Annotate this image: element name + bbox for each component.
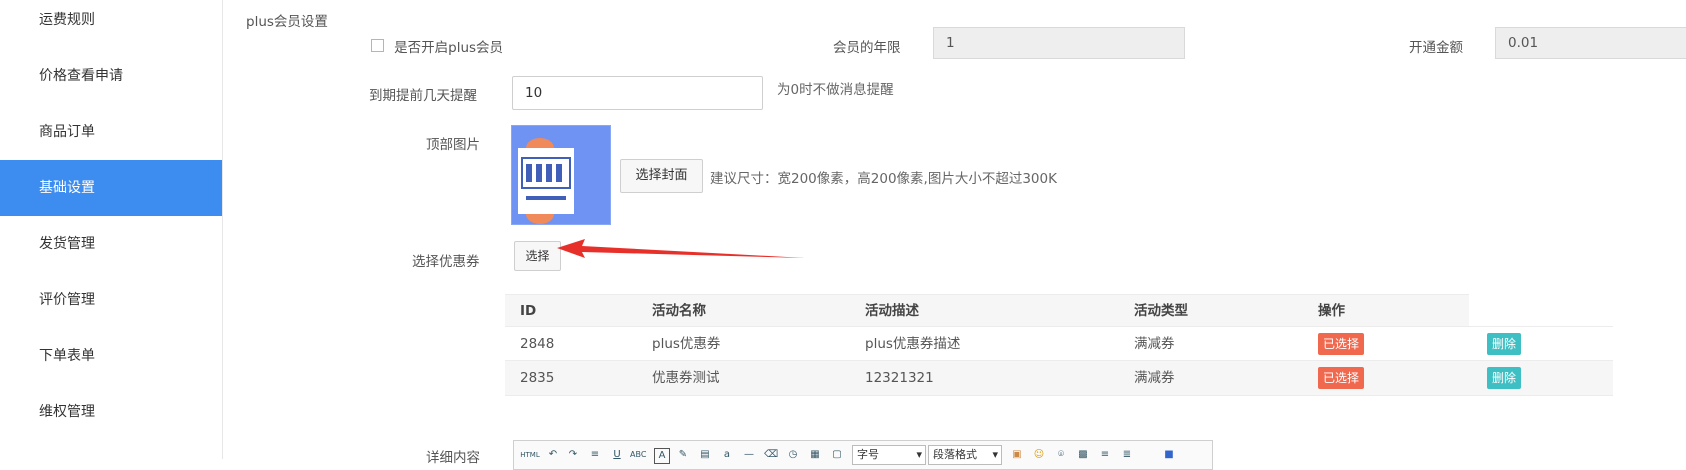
cover-size-hint: 建议尺寸：宽200像素，高200像素,图片大小不超过300K [710, 171, 1057, 187]
date-icon[interactable]: ▦ [808, 448, 822, 462]
code-icon[interactable]: ▩ [1076, 448, 1090, 462]
image-icon[interactable]: ▣ [1010, 448, 1024, 462]
remind-days-label: 到期提前几天提醒 [369, 88, 477, 104]
cell-type: 满减券 [1134, 370, 1175, 386]
undo-icon[interactable]: ↶ [546, 448, 560, 462]
map-icon[interactable]: ⌾ [1054, 448, 1068, 462]
table-row: 2835 优惠券测试 12321321 满减券 已选择 删除 [505, 360, 1613, 396]
paragraph-format-select[interactable]: 段落格式 ▾ [928, 445, 1002, 465]
cell-id: 2835 [520, 370, 555, 386]
redo-icon[interactable]: ↷ [566, 448, 580, 462]
annotation-arrow [557, 239, 805, 258]
sidebar-item-delivery-management[interactable]: 发货管理 [0, 216, 222, 272]
justify-left-icon[interactable]: ≡ [1098, 448, 1112, 462]
section-title: plus会员设置 [246, 14, 328, 30]
sidebar-item-order-forms[interactable]: 下单表单 [0, 328, 222, 384]
table-header: ID 活动名称 活动描述 活动类型 操作 [505, 294, 1469, 327]
column-header-name: 活动名称 [652, 303, 706, 319]
column-header-id: ID [520, 303, 537, 319]
sidebar-item-review-management[interactable]: 评价管理 [0, 272, 222, 328]
rich-text-editor-toolbar: HTML ↶ ↷ ≡ U ABC A ✎ ▤ a — ⌫ ◷ ▦ ▢ 字号 ▾ 段… [513, 440, 1213, 470]
sidebar-item-rights-management[interactable]: 维权管理 [0, 384, 222, 440]
chevron-down-icon: ▾ [992, 448, 998, 461]
column-header-actions: 操作 [1318, 303, 1345, 319]
remind-days-hint: 为0时不做消息提醒 [777, 82, 894, 98]
cell-id: 2848 [520, 336, 555, 352]
member-years-label: 会员的年限 [833, 40, 901, 56]
cover-image-graphic [512, 126, 610, 224]
sidebar: 运费规则 价格查看申请 商品订单 基础设置 发货管理 评价管理 下单表单 维权管… [0, 0, 223, 459]
fullscreen-icon[interactable]: ■ [1162, 448, 1176, 462]
horizontal-rule-icon[interactable]: — [742, 448, 756, 462]
selected-tag[interactable]: 已选择 [1318, 367, 1365, 389]
remind-days-input[interactable]: 10 [512, 76, 763, 110]
cell-name: plus优惠券 [652, 336, 721, 352]
justify-right-icon[interactable]: ≣ [1120, 448, 1134, 462]
cell-desc: plus优惠券描述 [865, 336, 961, 352]
cover-image-preview[interactable] [511, 125, 611, 225]
enable-plus-checkbox[interactable] [371, 39, 384, 52]
html-source-icon[interactable]: HTML [520, 448, 540, 462]
font-size-select[interactable]: 字号 ▾ [852, 445, 926, 465]
strikethrough-icon[interactable]: ABC [630, 448, 646, 462]
cell-type: 满减券 [1134, 336, 1175, 352]
document-icon[interactable]: ▢ [830, 448, 844, 462]
time-icon[interactable]: ◷ [786, 448, 800, 462]
sidebar-item-shipping-rules[interactable]: 运费规则 [0, 0, 222, 48]
column-header-desc: 活动描述 [865, 303, 919, 319]
eraser-icon[interactable]: ⌫ [764, 448, 778, 462]
choose-cover-button[interactable]: 选择封面 [620, 159, 703, 193]
paste-icon[interactable]: ▤ [698, 448, 712, 462]
underline-icon[interactable]: U [610, 448, 624, 462]
cell-desc: 12321321 [865, 370, 934, 386]
format-brush-icon[interactable]: ✎ [676, 448, 690, 462]
top-image-label: 顶部图片 [426, 137, 480, 153]
align-icon[interactable]: ≡ [588, 448, 602, 462]
sidebar-item-basic-settings[interactable]: 基础设置 [0, 160, 222, 216]
open-fee-input[interactable]: 0.01 [1495, 27, 1686, 59]
member-years-input[interactable]: 1 [933, 27, 1185, 59]
paragraph-format-select-label: 段落格式 [933, 448, 977, 461]
detail-content-label: 详细内容 [426, 450, 480, 466]
choose-coupon-button[interactable]: 选择 [514, 241, 561, 271]
font-border-icon[interactable]: A [654, 448, 670, 464]
enable-plus-label: 是否开启plus会员 [394, 40, 504, 56]
coupon-label: 选择优惠券 [412, 254, 480, 270]
table-row: 2848 plus优惠券 plus优惠券描述 满减券 已选择 删除 [505, 326, 1613, 361]
cell-name: 优惠券测试 [652, 370, 720, 386]
font-size-select-label: 字号 [857, 448, 879, 461]
enable-plus-field[interactable]: 是否开启plus会员 [371, 36, 503, 56]
delete-button[interactable]: 删除 [1487, 367, 1522, 389]
sidebar-item-product-orders[interactable]: 商品订单 [0, 104, 222, 160]
delete-button[interactable]: 删除 [1487, 333, 1522, 355]
chevron-down-icon: ▾ [916, 448, 922, 461]
column-header-type: 活动类型 [1134, 303, 1188, 319]
sidebar-item-price-view-requests[interactable]: 价格查看申请 [0, 48, 222, 104]
open-fee-label: 开通金额 [1409, 40, 1463, 56]
selected-tag[interactable]: 已选择 [1318, 333, 1365, 355]
anchor-icon[interactable]: a [720, 448, 734, 462]
emoji-icon[interactable]: ☺ [1032, 448, 1046, 462]
